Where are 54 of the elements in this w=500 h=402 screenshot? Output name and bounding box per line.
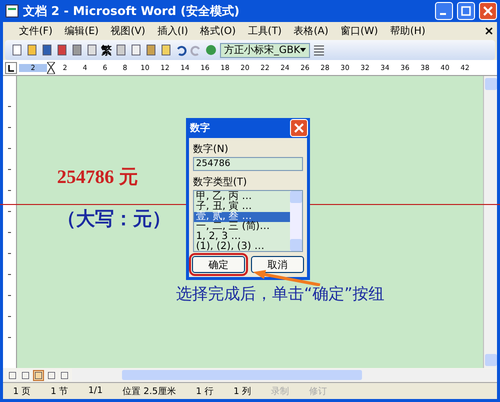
menu-item[interactable]: 编辑(E) [58, 24, 105, 38]
caption-text: 选择完成后，单击“确定”按纽 [176, 284, 385, 305]
tab-stop-icon[interactable] [5, 62, 17, 74]
close-icon [483, 6, 493, 16]
close-document-icon[interactable] [485, 27, 493, 35]
list-item[interactable]: 一, 二, 三 (简)… [194, 222, 290, 232]
menu-item[interactable]: 文件(F) [13, 24, 59, 38]
status-item: 1 列 [232, 386, 252, 398]
number-field[interactable]: 254786 [193, 157, 303, 171]
menu-item[interactable]: 格式(O) [194, 24, 242, 38]
font-select[interactable]: 方正小标宋_GBK [220, 42, 310, 58]
status-item: 位置 2.5厘米 [122, 386, 177, 398]
amount-text: 254786 元 [57, 166, 138, 190]
status-item: 1 页 [12, 386, 32, 398]
number-type-list[interactable]: 甲, 乙, 丙 … 子, 丑, 寅 … 壹, 贰, 叁 … 一, 二, 三 (简)… 1, 2, 3 … (1), (2), (3) … [193, 190, 303, 252]
maximize-icon [461, 6, 471, 16]
close-button[interactable] [479, 2, 497, 20]
indent-marker-icon[interactable] [47, 62, 55, 74]
dialog-button[interactable]: 取消 [251, 256, 304, 273]
document-icon [5, 4, 19, 18]
status-item: 1 节 [50, 386, 70, 398]
list-item[interactable]: 子, 丑, 寅 … [194, 202, 290, 212]
status-item: 1/1 [87, 386, 104, 396]
status-item: 修订 [308, 386, 328, 398]
menu-item[interactable]: 窗口(W) [334, 24, 384, 38]
menu-item[interactable]: 帮助(H) [384, 24, 432, 38]
field-label: 数字(N) [193, 142, 230, 156]
pointer-arrow [252, 270, 322, 286]
dropdown-icon [300, 48, 306, 52]
dialog-close-button[interactable] [290, 119, 308, 137]
list-item[interactable]: 1, 2, 3 … [194, 232, 290, 242]
menu-item[interactable]: 插入(I) [151, 24, 194, 38]
list-item[interactable]: (1), (2), (3) … [194, 242, 290, 252]
status-item: 1 行 [194, 386, 214, 398]
field-label: 数字类型(T) [193, 176, 248, 189]
traditional-convert-button[interactable]: 繁 [101, 42, 112, 58]
menu-item[interactable]: 工具(T) [242, 24, 288, 38]
close-icon [294, 123, 304, 133]
vertical-scrollbar[interactable] [483, 76, 497, 368]
dialog-title: 数字 [190, 121, 210, 135]
list-scrollbar[interactable] [290, 191, 302, 251]
minimize-button[interactable] [435, 2, 453, 20]
status-item: 录制 [270, 386, 290, 398]
list-item[interactable]: 壹, 贰, 叁 … [194, 212, 290, 222]
uppercase-text: （大写：元） [57, 207, 171, 232]
menu-item[interactable]: 表格(A) [288, 24, 334, 38]
window-title: 文档 2 - Microsoft Word (安全模式) [23, 2, 240, 20]
horizontal-scrollbar[interactable] [72, 369, 497, 381]
maximize-button[interactable] [457, 2, 475, 20]
menu-item[interactable]: 视图(V) [104, 24, 152, 38]
undo-icon[interactable] [175, 44, 187, 56]
align-icon[interactable] [313, 44, 325, 56]
list-item[interactable]: 甲, 乙, 丙 … [194, 192, 290, 202]
dialog-button[interactable]: 确定 [192, 256, 245, 273]
